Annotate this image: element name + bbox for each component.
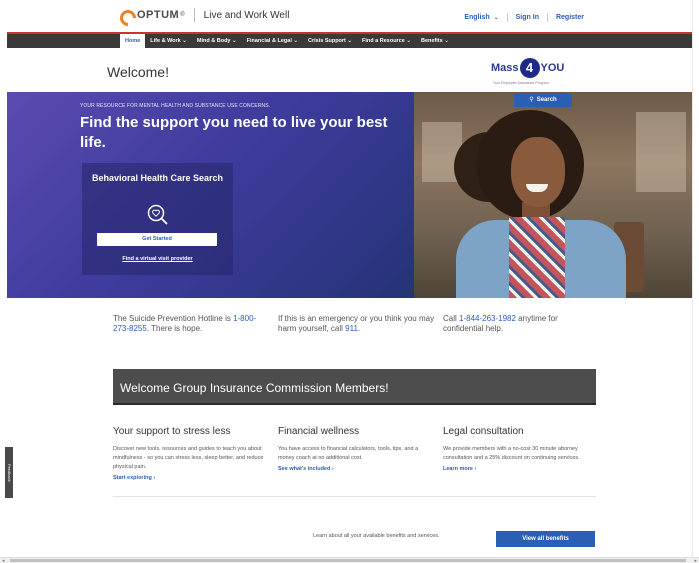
- section-title: Your support to stress less: [113, 426, 231, 437]
- welcome-banner: Welcome Group Insurance Commission Membe…: [113, 369, 596, 405]
- nav-financial-legal[interactable]: Financial & Legal ⌄: [242, 34, 303, 48]
- section-title: Financial wellness: [278, 426, 360, 437]
- logo-divider: [193, 8, 195, 22]
- register-link[interactable]: Register: [556, 14, 584, 21]
- top-bar: OPTUM ® Live and Work Well English ⌄ Sign…: [0, 0, 699, 32]
- horizontal-scrollbar[interactable]: ◂ ▸: [0, 557, 699, 563]
- nav-benefits[interactable]: Benefits ⌄: [416, 34, 454, 48]
- nav-home[interactable]: Home: [120, 34, 146, 48]
- view-all-benefits-button[interactable]: View all benefits: [496, 531, 595, 547]
- divider: [113, 496, 596, 497]
- confidential-help-link[interactable]: 1-844-263-1982: [459, 314, 516, 323]
- divider: [546, 13, 548, 22]
- language-selector[interactable]: English ⌄: [464, 14, 498, 21]
- scroll-right-icon[interactable]: ▸: [694, 558, 697, 563]
- main-nav: Home Life & Work ⌄ Mind & Body ⌄ Financi…: [7, 32, 699, 48]
- hero-photo: [414, 92, 692, 298]
- sign-in-link[interactable]: Sign In: [516, 14, 539, 21]
- tagline: Live and Work Well: [203, 9, 290, 21]
- nav-life-work[interactable]: Life & Work ⌄: [145, 34, 192, 48]
- hero-kicker: YOUR RESOURCE FOR MENTAL HEALTH AND SUBS…: [80, 103, 271, 109]
- see-whats-included-link[interactable]: See what's included ›: [278, 466, 433, 472]
- chevron-down-icon: ⌄: [493, 15, 499, 21]
- call-text: Call: [443, 314, 460, 323]
- emergency-info: If this is an emergency or you think you…: [278, 314, 438, 334]
- start-exploring-link[interactable]: Start exploring ›: [113, 475, 268, 481]
- search-button[interactable]: ⚲ Search: [514, 93, 572, 107]
- stress-less-section: Your support to stress less Discover new…: [113, 426, 268, 481]
- optum-logo[interactable]: OPTUM ® Live and Work Well: [120, 8, 289, 22]
- search-label: Search: [536, 97, 557, 103]
- nav-find-resource[interactable]: Find a Resource ⌄: [357, 34, 416, 48]
- search-icon: ⚲: [529, 97, 534, 103]
- virtual-provider-link[interactable]: Find a virtual visit provider: [82, 256, 233, 262]
- legal-consultation-section: Legal consultation We provide members wi…: [443, 426, 598, 472]
- mass4you-logo: Mass 4 YOU: [491, 58, 564, 78]
- language-label: English: [464, 14, 490, 21]
- brand-four: 4: [519, 58, 540, 78]
- heart-search-icon: [147, 204, 168, 225]
- logo-text: OPTUM: [137, 9, 180, 21]
- hero-headline: Find the support you need to live your b…: [80, 114, 388, 151]
- page-title: Welcome!: [107, 64, 169, 80]
- top-links: English ⌄ Sign In Register: [464, 13, 584, 22]
- logo-trademark: ®: [180, 12, 185, 18]
- scrollbar-thumb[interactable]: [10, 559, 686, 562]
- emergency-tail: .: [357, 324, 361, 333]
- suicide-tail: . There is hope.: [146, 324, 203, 333]
- emergency-911-link[interactable]: 911: [345, 324, 358, 333]
- scroll-left-icon[interactable]: ◂: [2, 558, 5, 563]
- hero-panel: YOUR RESOURCE FOR MENTAL HEALTH AND SUBS…: [7, 92, 414, 298]
- learn-more-link[interactable]: Learn more ›: [443, 466, 598, 472]
- feedback-tab[interactable]: Feedback: [5, 447, 13, 498]
- section-body: We provide members with a no-cost 30 min…: [443, 446, 580, 461]
- section-body: Discover new tools, resources and guides…: [113, 446, 264, 470]
- section-title: Legal consultation: [443, 426, 524, 437]
- care-search-card: Behavioral Health Care Search Get Starte…: [82, 163, 233, 275]
- brand-mass: Mass: [491, 62, 519, 74]
- brand-you: YOU: [540, 62, 565, 74]
- suicide-text: The Suicide Prevention Hotline is: [113, 314, 234, 323]
- suicide-hotline-info: The Suicide Prevention Hotline is 1-800-…: [113, 314, 263, 334]
- divider: [506, 13, 508, 22]
- card-title: Behavioral Health Care Search: [91, 173, 224, 183]
- nav-crisis-support[interactable]: Crisis Support ⌄: [303, 34, 357, 48]
- confidential-help-info: Call 1-844-263-1982 anytime for confiden…: [443, 314, 598, 334]
- section-body: You have access to financial calculators…: [278, 446, 419, 461]
- get-started-button[interactable]: Get Started: [97, 233, 217, 246]
- page-edge: [692, 0, 699, 557]
- nav-mind-body[interactable]: Mind & Body ⌄: [192, 34, 242, 48]
- financial-wellness-section: Financial wellness You have access to fi…: [278, 426, 433, 472]
- benefits-text: Learn about all your available benefits …: [313, 533, 440, 539]
- optum-logo-icon: [120, 8, 134, 22]
- brand-subtitle: Your Employee Assistance Program: [493, 81, 549, 85]
- hero-section: YOUR RESOURCE FOR MENTAL HEALTH AND SUBS…: [7, 92, 692, 298]
- banner-text: Welcome Group Insurance Commission Membe…: [120, 381, 389, 395]
